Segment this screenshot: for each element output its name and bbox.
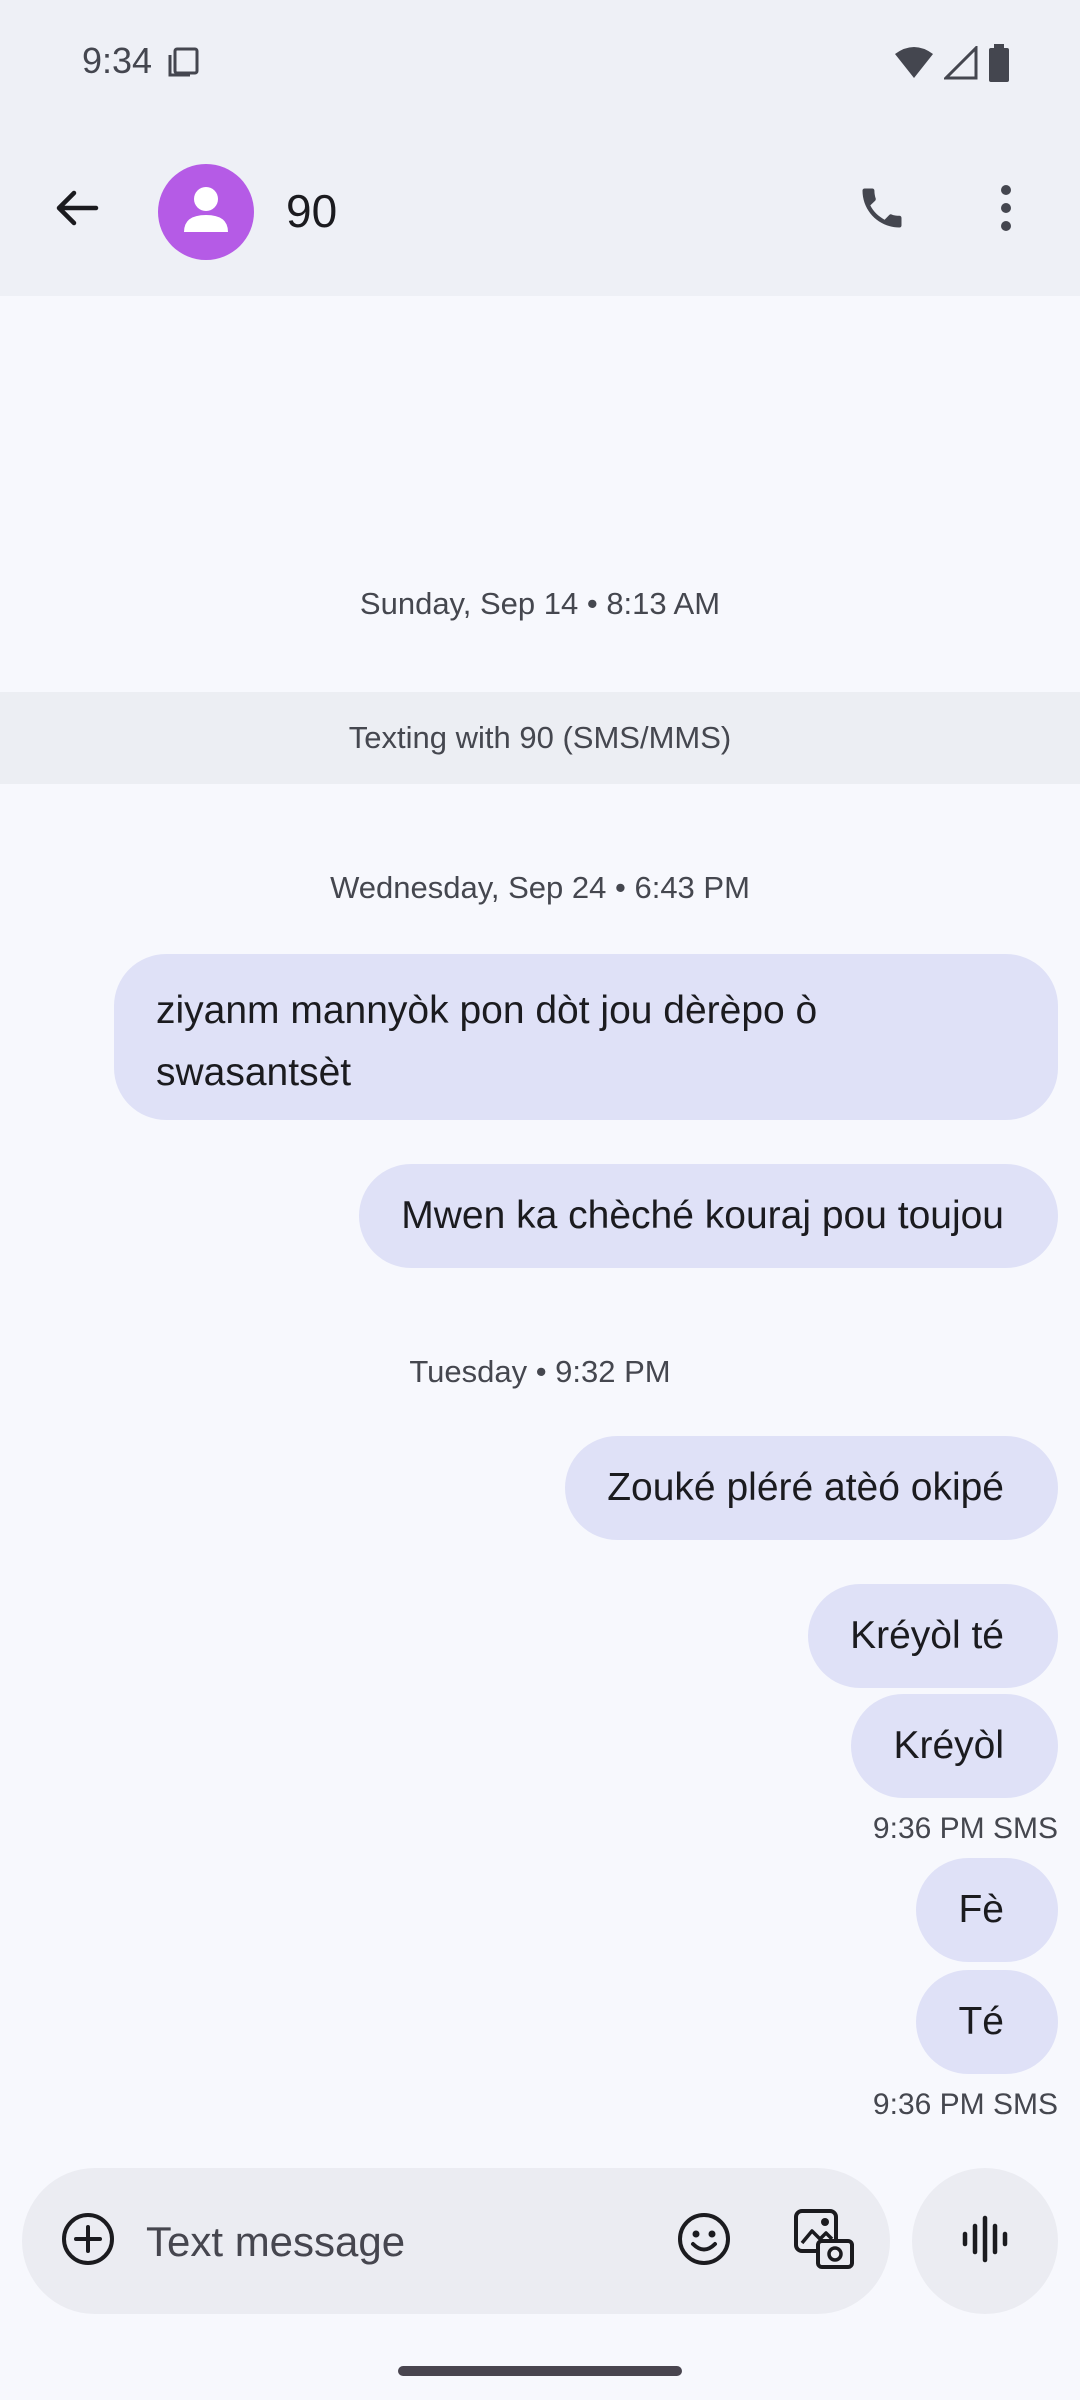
status-icons [894, 44, 1010, 87]
message-text: Kréyòl té [850, 1614, 1004, 1657]
phone-icon [856, 182, 908, 239]
sent-message-bubble[interactable]: Kréyòl té [808, 1584, 1058, 1688]
contact-name[interactable]: 90 [286, 184, 337, 238]
voice-message-button[interactable] [912, 2168, 1058, 2314]
add-circle-icon [60, 2211, 116, 2272]
person-icon [176, 180, 236, 245]
message-text: Kréyòl [893, 1724, 1004, 1767]
arrow-back-icon [52, 184, 100, 237]
status-bar: 9:34 [0, 0, 1080, 128]
sent-message-bubble[interactable]: Kréyòl [851, 1694, 1058, 1798]
message-status: 9:36 PM SMS [872, 1812, 1058, 1845]
status-time: 9:34 [82, 40, 153, 81]
message-text: Zouké pléré atèó okipé [607, 1466, 1004, 1509]
date-divider: Wednesday, Sep 24 • 6:43 PM [330, 870, 750, 905]
sent-message-bubble[interactable]: Té [916, 1970, 1058, 2074]
sent-message-bubble[interactable]: Mwen ka chèché kouraj pou toujou [359, 1164, 1058, 1268]
attach-button[interactable] [52, 2205, 124, 2277]
message-text: Fè [958, 1888, 1004, 1931]
emoji-button[interactable] [668, 2205, 740, 2277]
date-divider: Sunday, Sep 14 • 8:13 AM [359, 586, 721, 621]
message-text: ziyanm mannyòk pon dòt jou dèrèpo ò swas… [156, 989, 818, 1094]
conversation-header: 90 [0, 128, 1080, 296]
sent-message-bubble[interactable]: ziyanm mannyòk pon dòt jou dèrèpo ò swas… [114, 954, 1058, 1120]
message-status: 9:36 PM SMS [872, 2088, 1058, 2121]
call-button[interactable] [846, 174, 918, 246]
contact-avatar[interactable] [158, 164, 254, 260]
home-indicator[interactable] [398, 2366, 682, 2376]
gallery-button[interactable] [788, 2205, 860, 2277]
message-composer [22, 2168, 890, 2314]
screenshot-notification-icon [166, 46, 200, 85]
signal-icon [942, 44, 978, 85]
texting-with-banner: Texting with 90 (SMS/MMS) [0, 692, 1080, 784]
message-text: Té [958, 2000, 1004, 2043]
wifi-icon [894, 46, 934, 85]
more-vert-icon [1000, 184, 1012, 237]
sent-message-bubble[interactable]: Fè [916, 1858, 1058, 1962]
message-text: Mwen ka chèché kouraj pou toujou [401, 1194, 1004, 1237]
battery-icon [988, 44, 1010, 87]
gallery-camera-icon [792, 2207, 856, 2276]
sent-message-bubble[interactable]: Zouké pléré atèó okipé [565, 1436, 1058, 1540]
audio-waveform-icon [960, 2214, 1010, 2269]
more-options-button[interactable] [970, 174, 1042, 246]
emoji-icon [676, 2211, 732, 2272]
message-input[interactable] [144, 2208, 668, 2276]
date-divider: Tuesday • 9:32 PM [409, 1354, 671, 1389]
back-button[interactable] [40, 174, 112, 246]
